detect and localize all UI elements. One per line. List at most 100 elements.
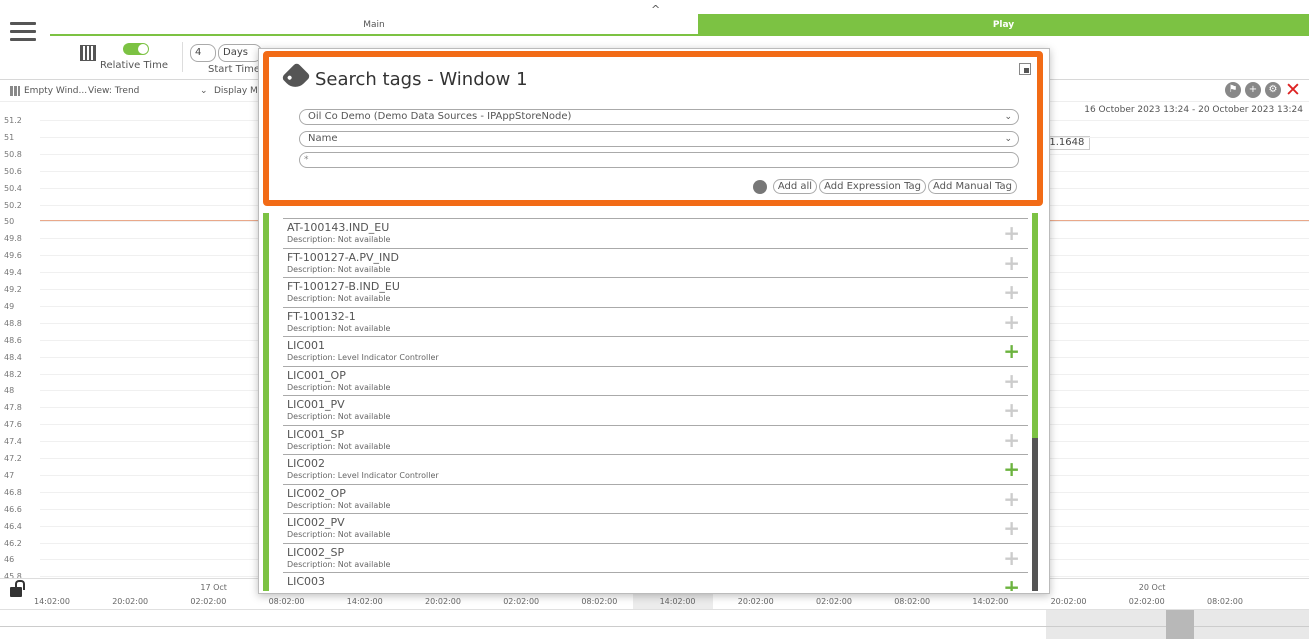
tag-description: Description: Not available — [287, 235, 391, 244]
x-date-label: 17 Oct — [200, 583, 227, 592]
tag-name: LIC001_SP — [287, 427, 345, 441]
view-label[interactable]: View: Trend — [88, 86, 139, 96]
tag-description: Description: Not available — [287, 441, 391, 451]
close-icon[interactable]: ✕ — [1285, 81, 1301, 100]
y-tick-label: 48.8 — [4, 318, 22, 328]
date-range: 16 October 2023 13:24 - 20 October 2023 … — [1084, 105, 1303, 115]
lock-icon[interactable] — [10, 580, 25, 597]
add-tag-plus-icon[interactable]: + — [1003, 312, 1020, 332]
datasource-select[interactable]: Oil Co Demo (Demo Data Sources - IPAppSt… — [299, 109, 1019, 125]
tag-icon — [752, 179, 767, 194]
chevron-down-icon: ⌄ — [1004, 134, 1012, 144]
display-mode-label[interactable]: Display M — [214, 86, 258, 96]
tag-list-item[interactable]: FT-100127-A.PV_IND Description: Not avail… — [283, 247, 1028, 278]
duration-value-input[interactable]: 4 — [190, 44, 216, 62]
y-tick-label: 48.4 — [4, 352, 22, 362]
add-tag-plus-icon[interactable]: + — [1003, 518, 1020, 538]
navigator-handle[interactable] — [1166, 610, 1194, 639]
y-tick-label: 50.6 — [4, 166, 22, 176]
y-tick-label: 48.2 — [4, 369, 22, 379]
relative-time-toggle[interactable] — [123, 43, 149, 55]
x-tick-label: 02:02:00 — [190, 597, 227, 606]
chevron-down-icon: ⌄ — [1004, 112, 1012, 122]
x-tick-label: 20:02:00 — [737, 597, 774, 606]
y-tick-label: 47.8 — [4, 403, 22, 413]
tag-description: Description: Not available — [287, 412, 391, 421]
start-time-label: Start Time — [208, 64, 261, 75]
tag-list-item[interactable]: AT-100143.IND_EU Description: Not availab… — [283, 218, 1028, 248]
add-all-button[interactable]: Add all — [772, 179, 818, 194]
add-tag-plus-icon[interactable]: + — [1003, 400, 1020, 420]
tag-name: FT-100132-1 — [287, 309, 356, 323]
tag-list-item[interactable]: LIC001 Description: Level Indicator Contr… — [283, 336, 1028, 366]
x-tick-label: 08:02:00 — [894, 597, 931, 606]
time-navigator[interactable] — [0, 609, 1309, 639]
tag-list-item[interactable]: FT-100127-B.IND_EU Description: Not avail… — [283, 277, 1028, 307]
tag-list-item[interactable]: LIC002_PV Description: Not available + — [283, 513, 1028, 543]
minimize-button[interactable] — [1019, 63, 1031, 75]
y-tick-label: 49.6 — [4, 251, 22, 261]
tag-name: FT-100127-A.PV_IND — [287, 250, 399, 264]
x-tick-label: 14:02:00 — [972, 597, 1009, 606]
chevron-down-icon[interactable]: ⌄ — [200, 86, 208, 96]
tag-list-item[interactable]: LIC001_PV Description: Not available + — [283, 395, 1028, 425]
y-tick-label: 46.6 — [4, 504, 22, 514]
y-tick-label: 51.2 — [4, 116, 22, 125]
menu-icon[interactable] — [10, 22, 36, 42]
scrollbar[interactable] — [1032, 213, 1038, 591]
duration-unit-select[interactable]: Days — [218, 44, 262, 62]
search-panel: Search tags - Window 1 Oil Co Demo (Demo… — [263, 51, 1043, 206]
tag-description: Description: Not available — [287, 382, 391, 392]
y-tick-label: 50.2 — [4, 200, 22, 210]
add-expression-tag-button[interactable]: Add Expression Tag — [819, 179, 927, 194]
window-name: Empty Wind... — [24, 86, 88, 96]
tag-name: LIC003 — [287, 575, 326, 588]
y-tick-label: 47 — [4, 470, 15, 480]
search-input[interactable]: * — [299, 152, 1019, 168]
add-tag-plus-icon[interactable]: + — [1003, 577, 1020, 591]
add-tag-plus-icon[interactable]: + — [1003, 371, 1020, 391]
add-tag-icon[interactable]: + — [1245, 82, 1261, 98]
tag-description: Description: Level Indicator Controller — [287, 471, 439, 480]
add-tag-plus-icon[interactable]: + — [1003, 253, 1020, 273]
tag-list-item[interactable]: LIC002 Description: Level Indicator Contr… — [283, 454, 1028, 484]
add-tag-plus-icon[interactable]: + — [1003, 282, 1020, 302]
x-tick-label: 02:02:00 — [503, 597, 540, 606]
x-tick-label: 14:02:00 — [346, 597, 383, 606]
tag-list-item[interactable]: LIC001_OP Description: Not available + — [283, 365, 1028, 396]
add-tag-plus-icon[interactable]: + — [1003, 430, 1020, 450]
tag-icon[interactable]: ⚑ — [1225, 82, 1241, 98]
tag-list-item[interactable]: LIC002_SP Description: Not available + — [283, 542, 1028, 573]
tag-name: FT-100127-B.IND_EU — [287, 280, 400, 293]
tag-results: AT-100143.IND_EU Description: Not availab… — [263, 213, 1038, 591]
tag-name: AT-100143.IND_EU — [287, 221, 390, 234]
add-tag-plus-icon[interactable]: + — [1003, 223, 1020, 243]
x-date-label: 20 Oct — [1138, 583, 1166, 592]
divider — [182, 42, 183, 72]
y-tick-label: 47.6 — [4, 420, 22, 430]
add-tag-plus-icon[interactable]: + — [1003, 459, 1020, 479]
tag-list-item[interactable]: FT-100132-1 Description: Not available + — [283, 306, 1028, 337]
navigator-line — [0, 626, 1309, 627]
calendar-icon[interactable] — [80, 45, 96, 61]
relative-time-label: Relative Time — [100, 60, 168, 71]
scrollbar-thumb[interactable] — [1032, 213, 1038, 438]
tag-list-item[interactable]: LIC003 + — [283, 572, 1028, 591]
x-tick-label: 08:02:00 — [1207, 597, 1243, 606]
tab-main[interactable]: Main — [50, 14, 698, 36]
tag-name: LIC002_SP — [287, 545, 345, 559]
tag-list-item[interactable]: LIC002_OP Description: Not available + — [283, 483, 1028, 514]
grid-icon[interactable] — [10, 86, 20, 96]
search-by-select[interactable]: Name ⌄ — [299, 131, 1019, 147]
gear-icon[interactable]: ⚙ — [1265, 82, 1281, 98]
x-tick-label: 20:02:00 — [425, 597, 461, 606]
add-tag-plus-icon[interactable]: + — [1003, 341, 1020, 361]
tag-list-item[interactable]: LIC001_SP Description: Not available + — [283, 424, 1028, 455]
tag-icon — [281, 62, 311, 92]
tab-play[interactable]: Play — [698, 14, 1309, 36]
add-tag-plus-icon[interactable]: + — [1003, 548, 1020, 568]
y-tick-label: 49 — [4, 301, 15, 311]
add-manual-tag-button[interactable]: Add Manual Tag — [928, 179, 1017, 194]
tag-name: LIC002_OP — [287, 486, 346, 500]
add-tag-plus-icon[interactable]: + — [1003, 489, 1020, 509]
